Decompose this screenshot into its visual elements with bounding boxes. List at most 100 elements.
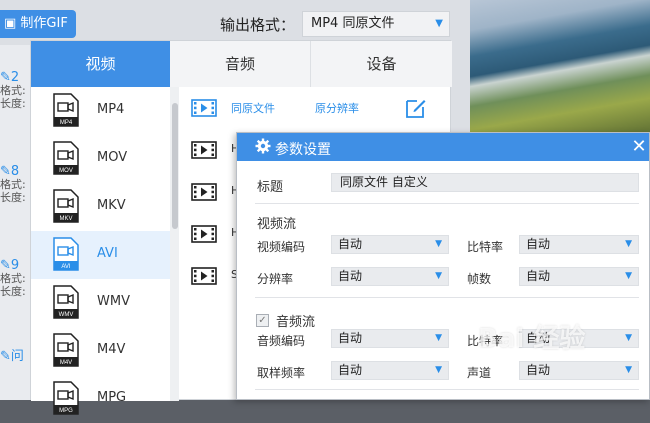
audio-stream-checkbox[interactable]: ✓ — [256, 314, 269, 327]
fps-label: 帧数 — [467, 272, 492, 286]
resolution-select[interactable]: 自动 ▼ — [331, 267, 449, 286]
sample-rate-label: 取样频率 — [257, 366, 306, 380]
file-length-label: 长度: — [0, 285, 26, 298]
file-number: 2 — [10, 70, 20, 85]
pencil-icon: ✎ — [0, 70, 11, 85]
watermark: Bai 经验 — [478, 324, 586, 354]
divider — [255, 389, 639, 390]
format-tag: AVI — [61, 264, 71, 270]
format-name: MKV — [97, 198, 126, 213]
format-item-avi[interactable]: AVI AVI — [31, 231, 170, 279]
format-tag: MPG — [59, 408, 73, 414]
chevron-down-icon: ▼ — [435, 18, 443, 29]
format-name: MOV — [97, 150, 128, 165]
chevron-down-icon: ▼ — [435, 333, 442, 343]
video-file-icon: AVI — [53, 237, 79, 271]
audio-codec-value: 自动 — [338, 331, 363, 345]
film-icon: ▣ — [4, 16, 21, 31]
pencil-icon: ✎ — [0, 164, 11, 179]
resolution-name: 同原文件 — [231, 102, 275, 115]
video-file-icon: WMV — [53, 285, 79, 319]
format-item-mov[interactable]: MOV MOV — [31, 135, 170, 183]
video-bitrate-select[interactable]: 自动 ▼ — [519, 235, 639, 254]
format-tag: WMV — [59, 312, 74, 318]
file-number: 9 — [10, 258, 20, 273]
file-length-label: 长度: — [0, 97, 26, 110]
fps-select[interactable]: 自动 ▼ — [519, 267, 639, 286]
file-format-label: 格式: — [0, 84, 26, 97]
format-tag: MKV — [59, 216, 72, 222]
title-input[interactable]: 同原文件 自定义 — [331, 173, 639, 192]
file-item[interactable]: ✎9 格式: 长度: — [0, 259, 32, 298]
sample-rate-select[interactable]: 自动 ▼ — [331, 361, 449, 380]
video-codec-select[interactable]: 自动 ▼ — [331, 235, 449, 254]
video-codec-label: 视频编码 — [257, 240, 306, 254]
sample-rate-value: 自动 — [338, 363, 363, 377]
format-item-mp4[interactable]: MP4 MP4 — [31, 87, 170, 135]
film-icon — [191, 99, 217, 117]
video-codec-value: 自动 — [338, 237, 363, 251]
output-format-value: MP4 同原文件 — [311, 16, 395, 31]
output-format-label: 输出格式： — [220, 16, 296, 34]
resolution-row[interactable]: 同原文件 原分辨率 — [179, 91, 452, 125]
format-name: WMV — [97, 294, 130, 309]
file-number: 问 — [10, 349, 24, 364]
video-file-icon: MOV — [53, 141, 79, 175]
output-format-select[interactable]: MP4 同原文件 ▼ — [302, 11, 450, 37]
divider — [255, 203, 639, 204]
audio-codec-label: 音频编码 — [257, 334, 306, 348]
pencil-icon: ✎ — [0, 349, 11, 364]
format-name: MP4 — [97, 102, 125, 117]
audio-stream-heading: 音频流 — [276, 315, 316, 330]
make-gif-label: 制作GIF — [20, 16, 68, 31]
file-list-strip: ✎2 格式: 长度: ✎8 格式: 长度: ✎9 格式: 长度: ✎问 — [0, 45, 32, 400]
tab-video[interactable]: 视频 — [31, 41, 170, 87]
file-format-label: 格式: — [0, 272, 26, 285]
format-item-mkv[interactable]: MKV MKV — [31, 183, 170, 231]
divider — [255, 297, 639, 298]
format-item-mpg[interactable]: MPG MPG — [31, 375, 170, 423]
video-file-icon: MKV — [53, 189, 79, 223]
resolution-label: 分辨率 — [257, 272, 294, 286]
make-gif-button[interactable]: ▣ 制作GIF — [0, 10, 76, 38]
pencil-icon: ✎ — [0, 258, 11, 273]
format-tag: M4V — [60, 360, 72, 366]
format-list: MP4 MP4 MOV MOV MKV MKV AVI AVI WMV WMV M4V M4V MPG M… — [31, 87, 170, 415]
tab-device[interactable]: 设备 — [311, 41, 452, 87]
film-icon — [191, 183, 217, 201]
gear-icon — [255, 138, 271, 154]
audio-codec-select[interactable]: 自动 ▼ — [331, 329, 449, 348]
resolution-value: 自动 — [338, 269, 363, 283]
title-label: 标题 — [257, 180, 284, 195]
dialog-header: 参数设置 ✕ — [237, 133, 649, 161]
tab-audio[interactable]: 音频 — [170, 41, 311, 87]
format-name: MPG — [97, 390, 127, 405]
film-icon — [191, 267, 217, 285]
file-format-label: 格式: — [0, 178, 26, 191]
file-item[interactable]: ✎2 格式: 长度: — [0, 71, 32, 110]
file-length-label: 长度: — [0, 191, 26, 204]
format-item-m4v[interactable]: M4V M4V — [31, 327, 170, 375]
chevron-down-icon: ▼ — [435, 271, 442, 281]
video-preview — [470, 0, 650, 135]
format-tabs: 视频 音频 设备 — [31, 41, 452, 87]
chevron-down-icon: ▼ — [435, 365, 442, 375]
scrollbar-thumb[interactable] — [172, 103, 178, 229]
chevron-down-icon: ▼ — [435, 239, 442, 249]
video-stream-heading: 视频流 — [257, 217, 297, 232]
dialog-title: 参数设置 — [275, 142, 331, 158]
video-file-icon: M4V — [53, 333, 79, 367]
edit-icon[interactable] — [405, 97, 427, 119]
format-item-wmv[interactable]: WMV WMV — [31, 279, 170, 327]
file-item[interactable]: ✎问 — [0, 350, 32, 363]
close-button[interactable]: ✕ — [629, 137, 649, 157]
video-file-icon: MPG — [53, 381, 79, 415]
video-bitrate-label: 比特率 — [467, 240, 504, 254]
file-item[interactable]: ✎8 格式: 长度: — [0, 165, 32, 204]
video-bitrate-value: 自动 — [526, 237, 551, 251]
format-tag: MP4 — [60, 120, 73, 126]
file-number: 8 — [10, 164, 20, 179]
film-icon — [191, 141, 217, 159]
video-file-icon: MP4 — [53, 93, 79, 127]
film-icon — [191, 225, 217, 243]
